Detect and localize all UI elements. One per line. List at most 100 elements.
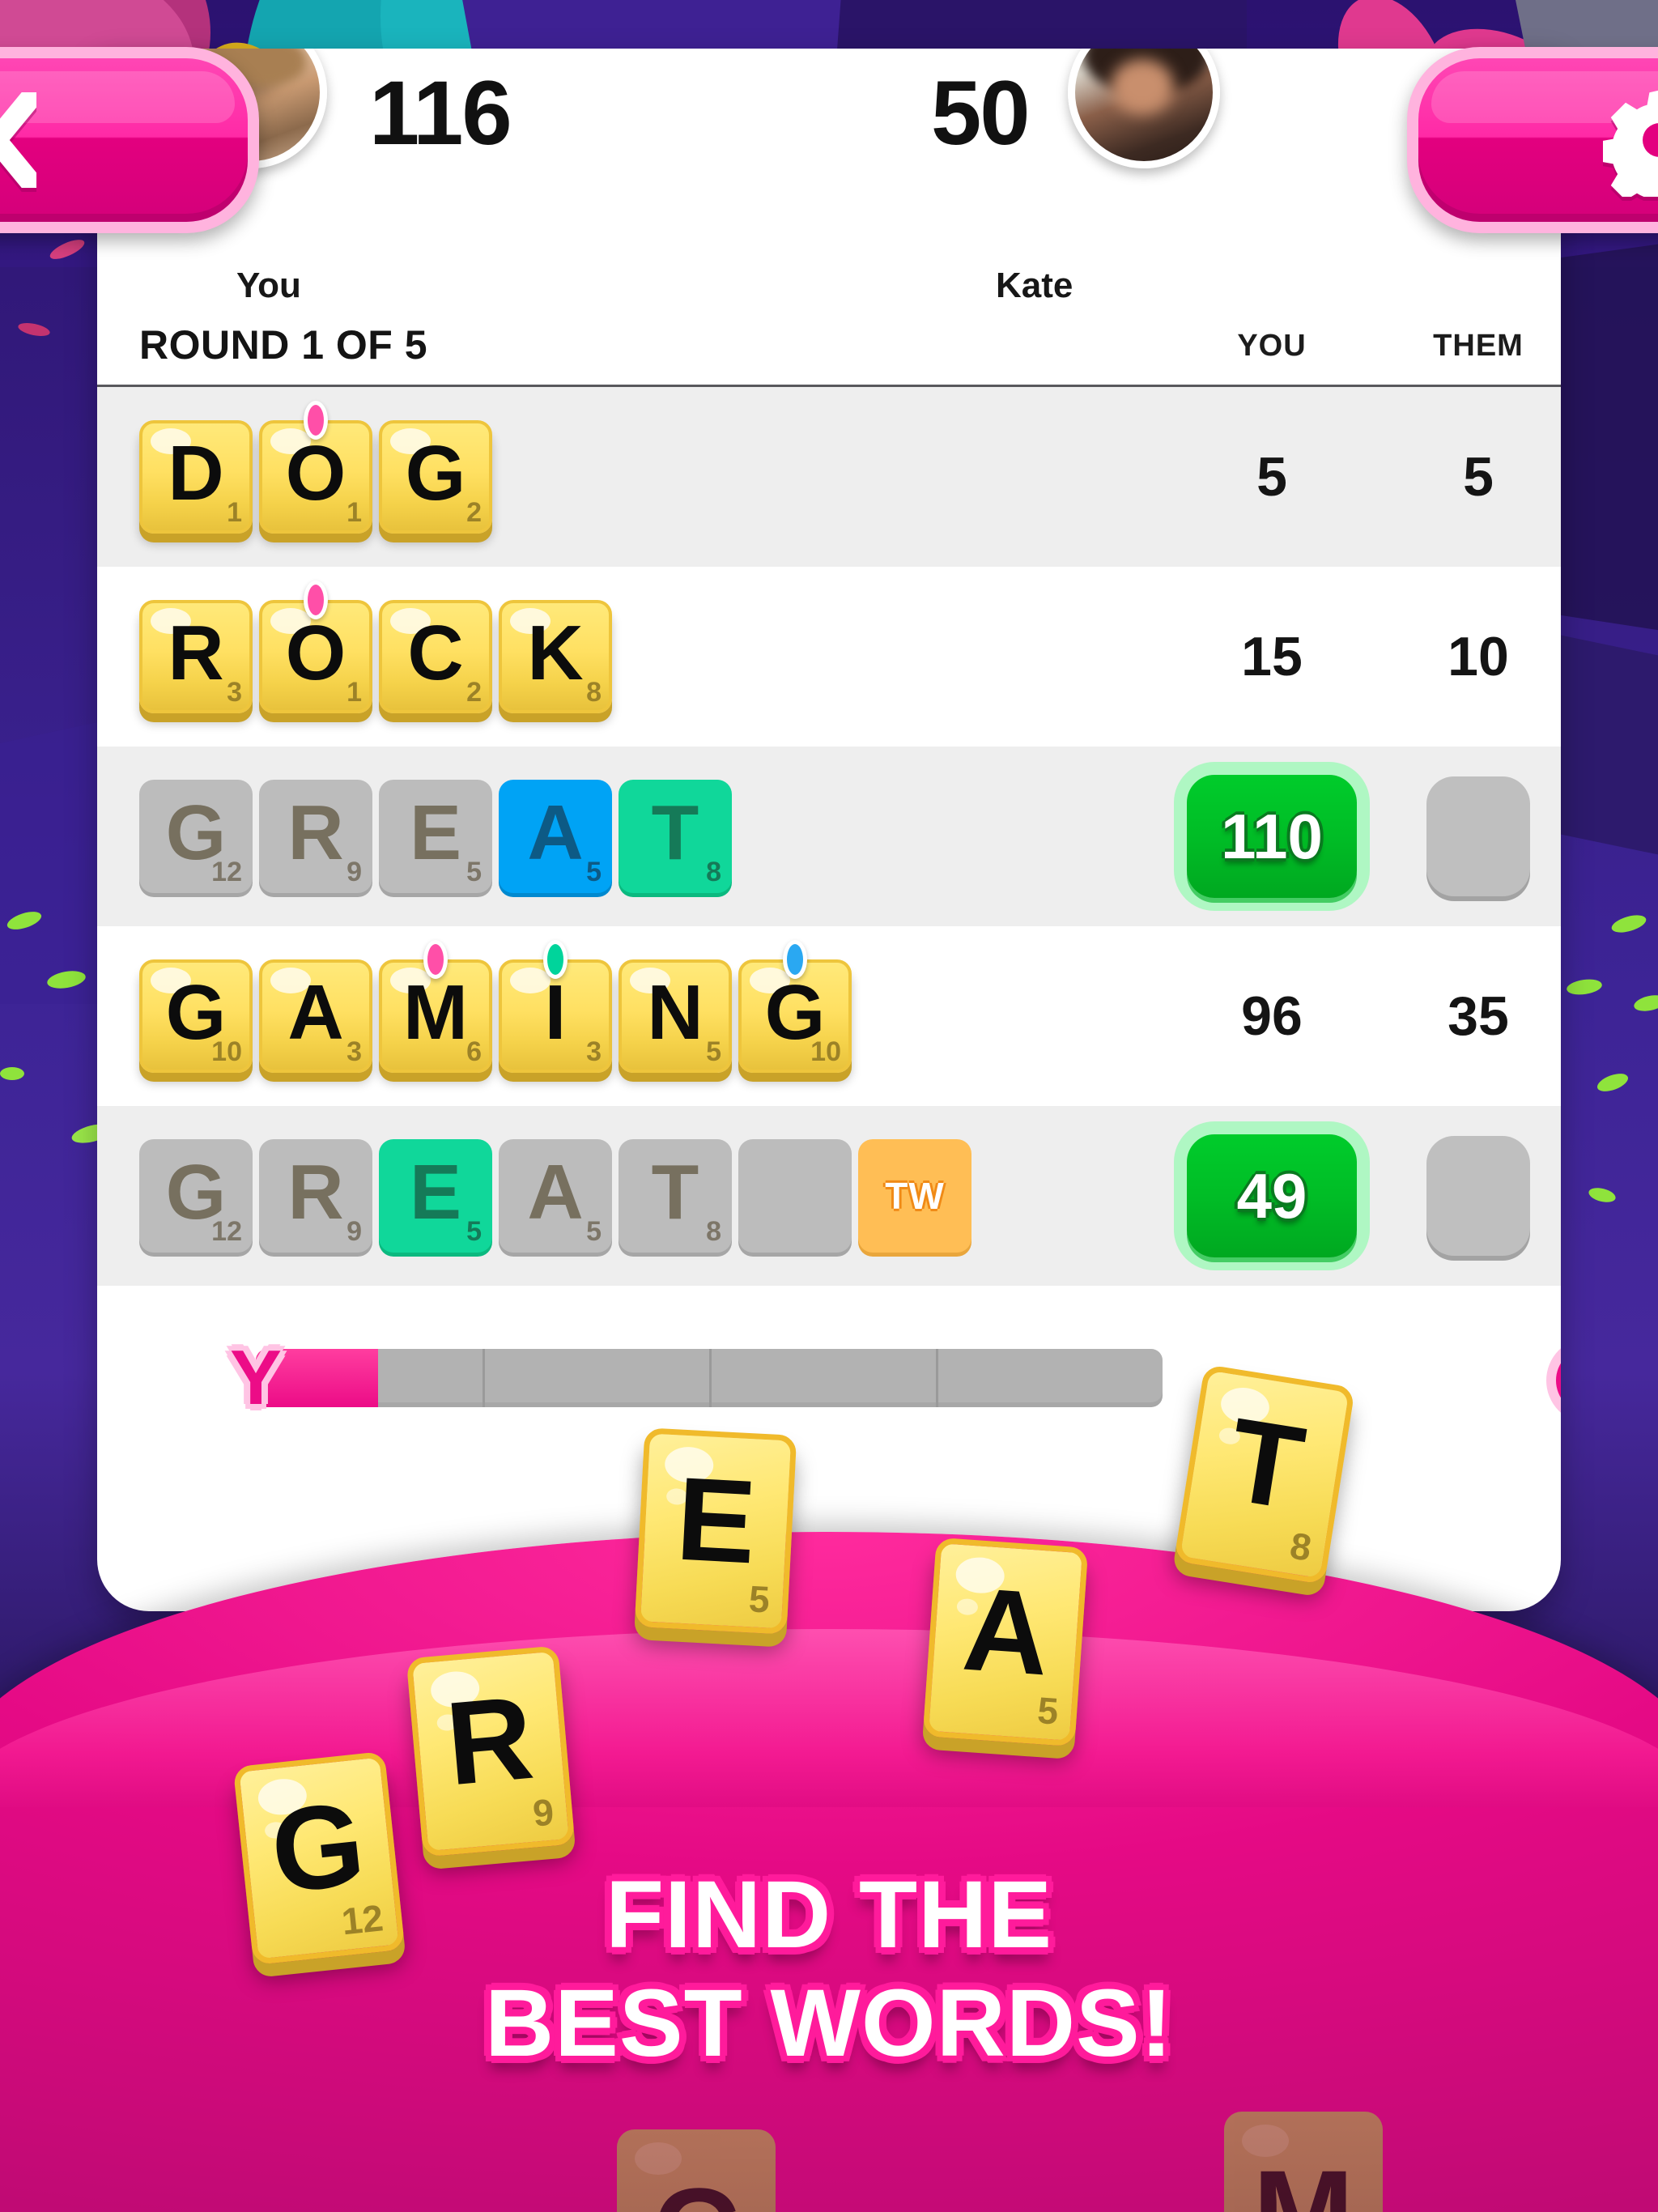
tile-value: 6 <box>466 1036 482 1067</box>
word-tiles: D1O1G2 <box>139 401 499 534</box>
letter-tile: T8 <box>619 1139 732 1253</box>
letter-tile: N5 <box>619 959 732 1073</box>
tile-value: 5 <box>706 1036 721 1067</box>
letter-tile: K8 <box>499 600 612 713</box>
tile-value: 9 <box>346 857 362 887</box>
word-tiles: G 12 R 9 E 5 A 5 T 8 TW <box>139 1139 978 1253</box>
promo-text: FIND THE BEST WORDS! <box>0 1861 1658 2078</box>
tile-value: 5 <box>466 857 482 887</box>
word-row[interactable]: G 10 A 3 M 6 I 3 N 5 G 10 96 35 <box>97 926 1561 1106</box>
tile-value: 5 <box>466 1216 482 1247</box>
letter-tile: R9 <box>259 780 372 893</box>
column-header-you: YOU <box>1237 329 1307 363</box>
settings-button[interactable] <box>1407 47 1658 233</box>
word-tiles: R3O1C2K8 <box>139 581 619 713</box>
avatar-kate <box>1067 49 1220 168</box>
tile-dot-marker <box>304 401 328 440</box>
players-header: 116 You 50 Kate <box>97 49 1561 305</box>
progress-divider-1 <box>483 1349 485 1407</box>
score-you-cell: 96 <box>1241 985 1303 1047</box>
floating-tile-letter: A <box>959 1562 1054 1700</box>
scoreboard-card: 116 You 50 Kate ROUND 1 OF 5 YOU THEM D1… <box>97 49 1561 1611</box>
letter-tile: E5 <box>379 1139 492 1253</box>
chevron-left-icon <box>0 92 36 188</box>
letter-tile: O1 <box>259 581 372 713</box>
promo-line-2: BEST WORDS! <box>484 1969 1174 2077</box>
round-label: ROUND 1 OF 5 <box>139 322 428 368</box>
floating-tile-r: R 9 <box>406 1645 576 1857</box>
dim-tile-m: M <box>1224 2112 1383 2212</box>
tile-value: 12 <box>211 857 242 887</box>
promo-line-1: FIND THE <box>605 1861 1053 1969</box>
score-you-cell: 15 <box>1241 626 1303 687</box>
back-button[interactable] <box>0 47 259 233</box>
score-them: 50 <box>931 62 1031 164</box>
word-row[interactable]: D1O1G2 5 5 <box>97 387 1561 567</box>
word-tiles: G 10 A 3 M 6 I 3 N 5 G 10 <box>139 940 858 1073</box>
score-badge-value: 110 <box>1221 801 1323 872</box>
tile-dot-marker <box>543 940 568 979</box>
tile-value: 9 <box>346 1216 362 1247</box>
floating-tile-letter: T <box>1220 1393 1312 1535</box>
tile-value: 1 <box>346 677 362 708</box>
player-them[interactable]: 50 <box>931 49 1220 168</box>
progress-divider-3 <box>936 1349 938 1407</box>
word-tiles: G 12 R 9 E 5 A 5 T 8 <box>139 780 738 893</box>
letter-tile: C2 <box>379 600 492 713</box>
progress-divider-2 <box>709 1349 712 1407</box>
letter-tile: G 12 <box>139 780 253 893</box>
tile-value: 10 <box>211 1036 242 1067</box>
tile-dot-marker <box>304 581 328 619</box>
word-row[interactable]: G 12 R 9 E 5 A 5 T 8 110 <box>97 747 1561 926</box>
tile-value: 2 <box>466 497 482 528</box>
score-them-cell: 35 <box>1448 985 1509 1047</box>
letter-tile <box>738 1139 852 1253</box>
dim-tile-letter: M <box>1224 2112 1383 2212</box>
word-row[interactable]: R 3 O 1 C 2 K 8 15 10 <box>97 567 1561 747</box>
tile-value: 12 <box>211 1216 242 1247</box>
score-badge-them-empty <box>1426 1136 1530 1256</box>
tile-face <box>738 1139 852 1253</box>
tile-value: 5 <box>586 857 602 887</box>
column-header-them: THEM <box>1433 329 1524 363</box>
tile-value: 3 <box>346 1036 362 1067</box>
letter-tile: R3 <box>139 600 253 713</box>
letter-tile: M6 <box>379 940 492 1073</box>
letter-tile: G2 <box>379 420 492 534</box>
confetti-green-3 <box>0 1067 24 1080</box>
letter-tile: A5 <box>499 1139 612 1253</box>
round-header: ROUND 1 OF 5 YOU THEM <box>97 291 1561 387</box>
word-row[interactable]: G 12 R 9 E 5 A 5 T 8 TW 49 <box>97 1106 1561 1286</box>
tile-dot-marker <box>783 940 807 979</box>
letter-tile: D1 <box>139 420 253 534</box>
letter-tile: A5 <box>499 780 612 893</box>
tile-dot-marker <box>423 940 448 979</box>
letter-tile: G 12 <box>139 1139 253 1253</box>
tile-value: 1 <box>227 497 242 528</box>
dim-tile-letter: C <box>617 2129 776 2212</box>
letter-tile: I3 <box>499 940 612 1073</box>
tile-value: 2 <box>466 677 482 708</box>
score-badge-them-empty <box>1426 776 1530 896</box>
score-them-cell: 5 <box>1463 446 1494 508</box>
floating-tile-value: 5 <box>747 1577 772 1621</box>
back-button-body <box>0 58 248 222</box>
floating-tile-t: T 8 <box>1173 1363 1356 1585</box>
letter-tile: O1 <box>259 401 372 534</box>
letter-tile: A3 <box>259 959 372 1073</box>
letter-tile: R9 <box>259 1139 372 1253</box>
tile-letter: TW <box>885 1175 945 1217</box>
letter-tile: G 10 <box>139 959 253 1073</box>
tile-value: 10 <box>810 1036 841 1067</box>
gear-icon <box>1603 83 1658 197</box>
score-you: 116 <box>369 62 512 164</box>
progress-end-dot <box>1546 1338 1561 1423</box>
dim-tile-c: C <box>617 2129 776 2212</box>
tile-value: 8 <box>706 1216 721 1247</box>
tile-value: 8 <box>586 677 602 708</box>
progress-bar[interactable] <box>256 1349 1163 1407</box>
tile-value: 5 <box>586 1216 602 1247</box>
tile-value: 3 <box>227 677 242 708</box>
score-badge-you: 110 <box>1187 775 1357 898</box>
tile-value: 8 <box>706 857 721 887</box>
